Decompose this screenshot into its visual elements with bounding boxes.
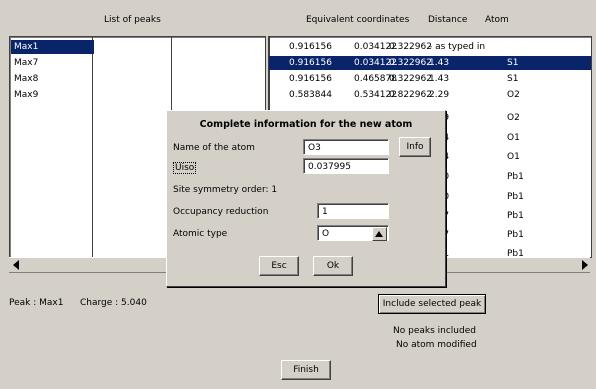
peak-item[interactable]: Max8	[11, 72, 94, 86]
ok-button[interactable]: Ok	[313, 256, 353, 276]
site-symmetry-order: Site symmetry order: 1	[173, 185, 278, 195]
coord-atom: O1	[507, 133, 520, 143]
coords-row[interactable]: 0.583844 0.534122 0.822962 2.29 O2	[269, 88, 591, 102]
coord-x: 0.916156	[289, 58, 332, 68]
atomic-type-value: O	[322, 229, 330, 239]
header-equivalent-coordinates: Equivalent coordinates	[306, 15, 410, 25]
coord-atom: Pb1	[507, 230, 524, 240]
peaks-divider-1	[92, 37, 93, 257]
peak-status: Peak : Max1	[9, 298, 64, 308]
peak-item[interactable]: Max1	[11, 40, 94, 54]
esc-button[interactable]: Esc	[259, 256, 299, 276]
coord-atom: Pb1	[507, 172, 524, 182]
coords-row[interactable]: 0.916156 0.034122 0.322962 - as typed in	[269, 40, 591, 54]
atomic-type-dropdown-button[interactable]	[372, 227, 387, 241]
scroll-left-icon[interactable]	[13, 260, 19, 270]
triangle-up-icon	[375, 231, 383, 237]
coord-distance: 1.43	[429, 58, 450, 68]
uiso-label: Uiso	[173, 162, 197, 174]
info-button[interactable]: Info	[399, 137, 431, 157]
coord-x: 0.916156	[289, 42, 332, 52]
coord-distance: 2.29	[429, 90, 450, 100]
new-atom-dialog: Complete information for the new atom Na…	[166, 110, 446, 287]
header-atom: Atom	[485, 15, 509, 25]
include-selected-peak-button[interactable]: Include selected peak	[378, 294, 486, 314]
coord-x: 0.916156	[289, 74, 332, 84]
name-of-atom-field[interactable]: O3	[303, 139, 389, 155]
dialog-title: Complete information for the new atom	[199, 119, 413, 130]
coord-atom: O2	[507, 90, 520, 100]
coord-z: 0.822962	[389, 90, 432, 100]
coord-extra: - as typed in	[429, 42, 486, 52]
coord-z: 0.322962	[389, 58, 432, 68]
coord-x: 0.583844	[289, 90, 332, 100]
coord-z: 0.322962	[389, 74, 432, 84]
occupancy-reduction-field[interactable]: 1	[317, 203, 389, 219]
coord-atom: Pb1	[507, 192, 524, 202]
coords-row[interactable]: 0.916156 0.465878 0.322962 1.43 S1	[269, 72, 591, 86]
no-peaks-status: No peaks included	[393, 326, 476, 336]
atomic-type-label: Atomic type	[173, 229, 228, 239]
scroll-right-icon[interactable]	[582, 260, 588, 270]
uiso-field[interactable]: 0.037995	[303, 158, 389, 174]
header-distance: Distance	[428, 15, 468, 25]
coord-z: 0.322962	[389, 42, 432, 52]
finish-button[interactable]: Finish	[281, 360, 331, 380]
peak-item[interactable]: Max7	[11, 56, 94, 70]
charge-status: Charge : 5.040	[80, 298, 147, 308]
atomic-type-select[interactable]: O	[317, 225, 389, 241]
coord-distance: 1.43	[429, 74, 450, 84]
header-list-of-peaks: List of peaks	[104, 15, 161, 25]
coord-atom: O1	[507, 152, 520, 162]
coords-row[interactable]: 0.916156 0.034122 0.322962 1.43 S1	[269, 56, 591, 70]
coord-atom: Pb1	[507, 211, 524, 221]
coord-atom: O2	[507, 113, 520, 123]
coord-atom: S1	[507, 58, 519, 68]
no-atom-status: No atom modified	[396, 340, 477, 350]
coord-atom: S1	[507, 74, 519, 84]
peak-item[interactable]: Max9	[11, 88, 94, 102]
occupancy-reduction-label: Occupancy reduction	[173, 207, 269, 217]
name-of-atom-label: Name of the atom	[173, 143, 255, 153]
